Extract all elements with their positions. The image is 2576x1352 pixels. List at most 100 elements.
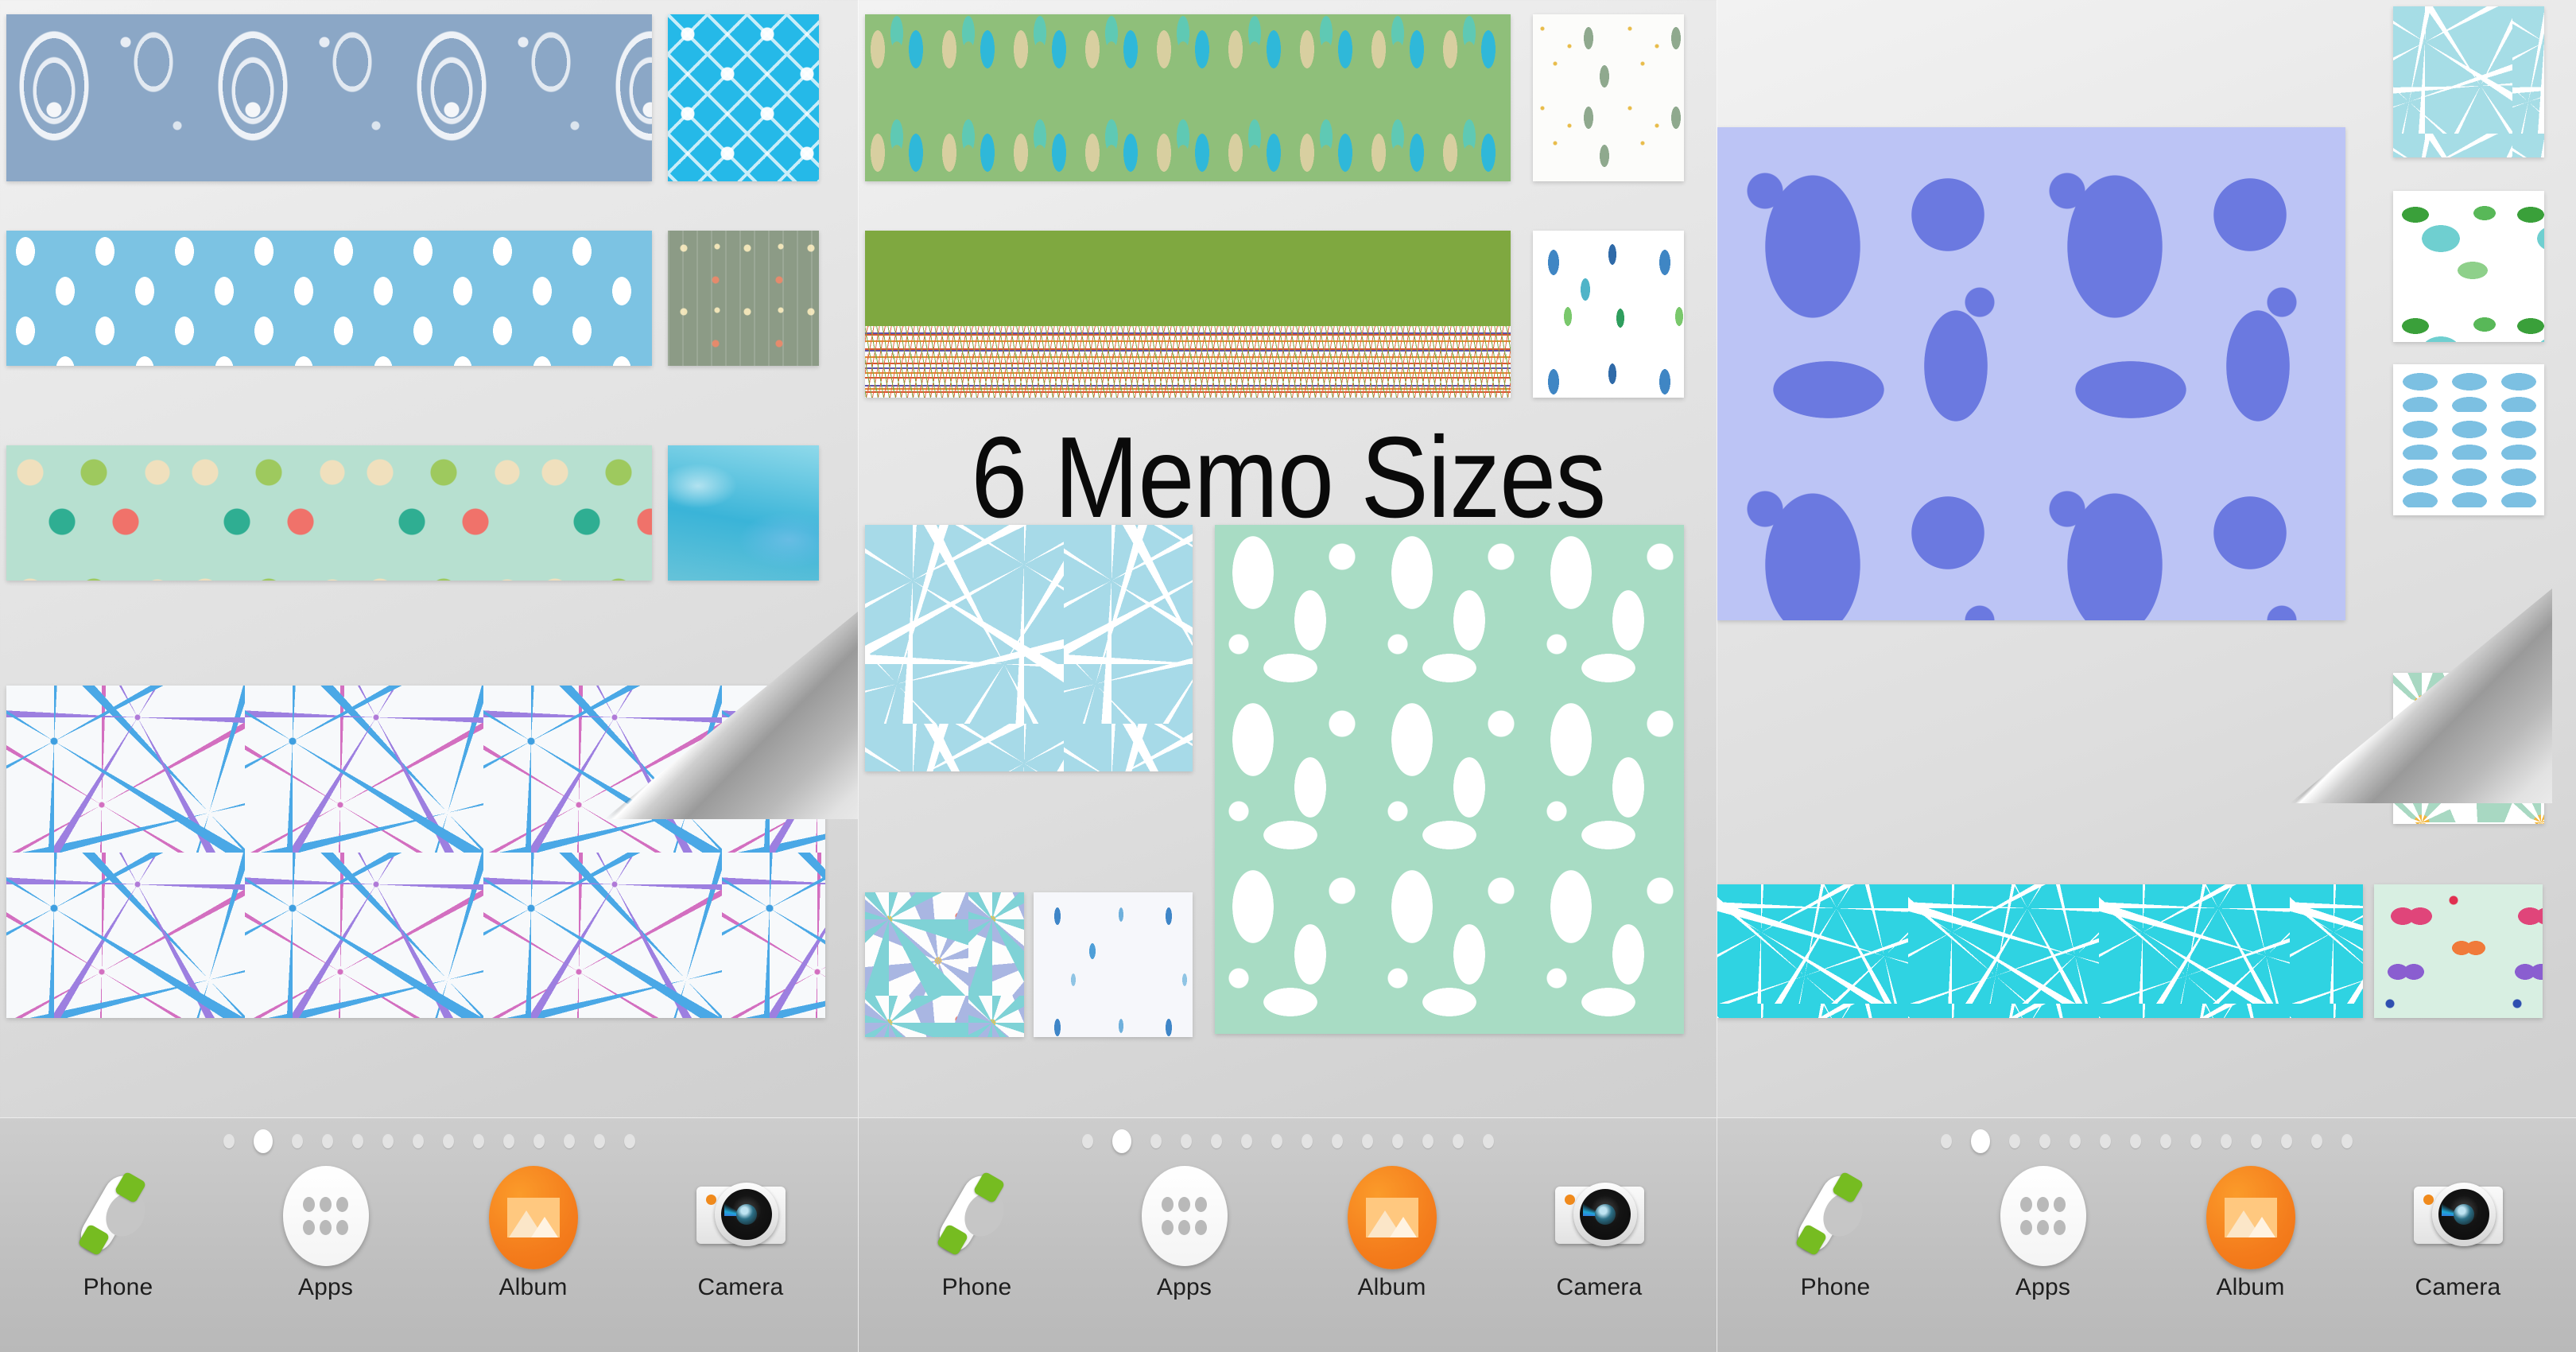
memo-widget-daisywhite[interactable] xyxy=(865,892,1024,1037)
page-dot[interactable] xyxy=(564,1134,575,1148)
dock-item-apps[interactable]: Apps xyxy=(1105,1166,1264,1301)
dock-label-camera: Camera xyxy=(2415,1274,2501,1300)
page-dot[interactable] xyxy=(382,1134,394,1148)
dock-item-phone[interactable]: Phone xyxy=(1756,1166,1915,1301)
page-dot[interactable] xyxy=(533,1134,545,1148)
dock-item-apps[interactable]: Apps xyxy=(1964,1166,2123,1301)
memo-widget-snowflakes[interactable] xyxy=(6,686,825,1018)
dock-label-album: Album xyxy=(1357,1274,1426,1300)
page-indicator-3[interactable] xyxy=(1717,1129,2576,1153)
memo-widget-petalrow[interactable] xyxy=(2393,364,2544,515)
memo-widget-feathers[interactable] xyxy=(865,231,1511,398)
dock-item-apps[interactable]: Apps xyxy=(246,1166,405,1301)
memo-widget-butterfly[interactable] xyxy=(2374,884,2543,1018)
page-dot[interactable] xyxy=(2039,1134,2050,1148)
memo-widget-paisley[interactable] xyxy=(6,14,652,181)
memo-widget-mintdots[interactable] xyxy=(6,445,652,581)
page-dot[interactable] xyxy=(1211,1134,1222,1148)
page-dot-active[interactable] xyxy=(1971,1129,1990,1153)
page-dot[interactable] xyxy=(1332,1134,1343,1148)
dock-label-phone: Phone xyxy=(83,1274,153,1300)
page-dot[interactable] xyxy=(2070,1134,2081,1148)
page-dot[interactable] xyxy=(594,1134,605,1148)
memo-widget-mintdamask[interactable] xyxy=(1215,525,1684,1034)
album-photo-icon xyxy=(1344,1166,1440,1269)
dock-label-apps: Apps xyxy=(1156,1274,1212,1300)
camera-icon xyxy=(1552,1166,1647,1261)
page-dot[interactable] xyxy=(2160,1134,2171,1148)
memo-widget-tealsnow-bd[interactable] xyxy=(1717,884,2363,1018)
page-dot[interactable] xyxy=(2130,1134,2141,1148)
page-dot[interactable] xyxy=(473,1134,484,1148)
dock-item-phone[interactable]: Phone xyxy=(39,1166,198,1301)
page-dot[interactable] xyxy=(1082,1134,1093,1148)
page-dot-active[interactable] xyxy=(1112,1129,1131,1153)
dock-item-album[interactable]: Album xyxy=(2171,1166,2330,1301)
page-dot[interactable] xyxy=(352,1134,363,1148)
page-dot[interactable] xyxy=(322,1134,333,1148)
dock-row-2: Phone Apps Album Camera xyxy=(859,1166,1717,1349)
dock-item-camera[interactable]: Camera xyxy=(2379,1166,2538,1301)
page-indicator-1[interactable] xyxy=(0,1129,858,1153)
page-dot[interactable] xyxy=(2341,1134,2353,1148)
page-dot[interactable] xyxy=(503,1134,514,1148)
page-dot[interactable] xyxy=(1271,1134,1282,1148)
page-dot[interactable] xyxy=(2251,1134,2262,1148)
memo-widget-wcleaves[interactable] xyxy=(865,14,1511,181)
page-dot[interactable] xyxy=(1483,1134,1494,1148)
camera-icon xyxy=(2411,1166,2506,1261)
page-dot[interactable] xyxy=(1241,1134,1252,1148)
page-dot[interactable] xyxy=(1392,1134,1403,1148)
widget-area-1 xyxy=(0,0,858,1117)
page-dot[interactable] xyxy=(292,1134,303,1148)
memo-widget-greenvine[interactable] xyxy=(2393,191,2544,342)
dock-item-camera[interactable]: Camera xyxy=(661,1166,821,1301)
dock-item-album[interactable]: Album xyxy=(1313,1166,1472,1301)
memo-widget-bluedots[interactable] xyxy=(6,231,652,366)
page-dot[interactable] xyxy=(223,1134,235,1148)
page-dot[interactable] xyxy=(2190,1134,2202,1148)
page-dot-active[interactable] xyxy=(254,1129,273,1153)
page-dot[interactable] xyxy=(443,1134,454,1148)
page-dot[interactable] xyxy=(1453,1134,1464,1148)
page-dot[interactable] xyxy=(1150,1134,1162,1148)
page-dot[interactable] xyxy=(413,1134,424,1148)
memo-widget-sprigs[interactable] xyxy=(1533,231,1684,398)
page-dot[interactable] xyxy=(624,1134,635,1148)
home-screen-panels: Phone Apps Album Camera Phone Apps Album… xyxy=(0,0,2576,1352)
home-screen-panel-3[interactable]: Phone Apps Album Camera xyxy=(1717,0,2576,1352)
dock-label-album: Album xyxy=(2216,1274,2285,1300)
memo-widget-faintbranch[interactable] xyxy=(1034,892,1193,1037)
dock-item-camera[interactable]: Camera xyxy=(1520,1166,1679,1301)
dock-item-phone[interactable]: Phone xyxy=(898,1166,1057,1301)
album-photo-icon xyxy=(486,1166,581,1269)
dock-label-phone: Phone xyxy=(1800,1274,1871,1300)
dock-1: Phone Apps Album Camera xyxy=(0,1117,858,1352)
memo-widget-speckle[interactable] xyxy=(1533,14,1684,181)
page-dot[interactable] xyxy=(2311,1134,2322,1148)
page-dot[interactable] xyxy=(1181,1134,1192,1148)
page-dot[interactable] xyxy=(1941,1134,1952,1148)
phone-icon xyxy=(71,1166,166,1261)
memo-widget-tealsnow-sm[interactable] xyxy=(2393,6,2544,157)
memo-widget-diamond[interactable] xyxy=(668,14,819,181)
page-dot[interactable] xyxy=(1362,1134,1373,1148)
page-dot[interactable] xyxy=(2281,1134,2292,1148)
page-dot[interactable] xyxy=(2100,1134,2111,1148)
dock-3: Phone Apps Album Camera xyxy=(1717,1117,2576,1352)
page-dot[interactable] xyxy=(1302,1134,1313,1148)
memo-widget-mintdaisy[interactable] xyxy=(2393,673,2544,824)
dock-item-album[interactable]: Album xyxy=(454,1166,613,1301)
home-screen-panel-1[interactable]: Phone Apps Album Camera xyxy=(0,0,859,1352)
memo-widget-seawash[interactable] xyxy=(668,445,819,581)
home-screen-panel-2[interactable]: Phone Apps Album Camera xyxy=(859,0,1717,1352)
page-dot[interactable] xyxy=(2221,1134,2232,1148)
page-indicator-2[interactable] xyxy=(859,1129,1717,1153)
dock-label-apps: Apps xyxy=(297,1274,354,1300)
memo-widget-olive[interactable] xyxy=(668,231,819,366)
memo-widget-periwinkle[interactable] xyxy=(1717,127,2345,620)
page-dot[interactable] xyxy=(2009,1134,2020,1148)
memo-widget-bigsnow[interactable] xyxy=(865,525,1193,771)
page-dot[interactable] xyxy=(1422,1134,1433,1148)
apps-grid-icon xyxy=(278,1166,374,1266)
